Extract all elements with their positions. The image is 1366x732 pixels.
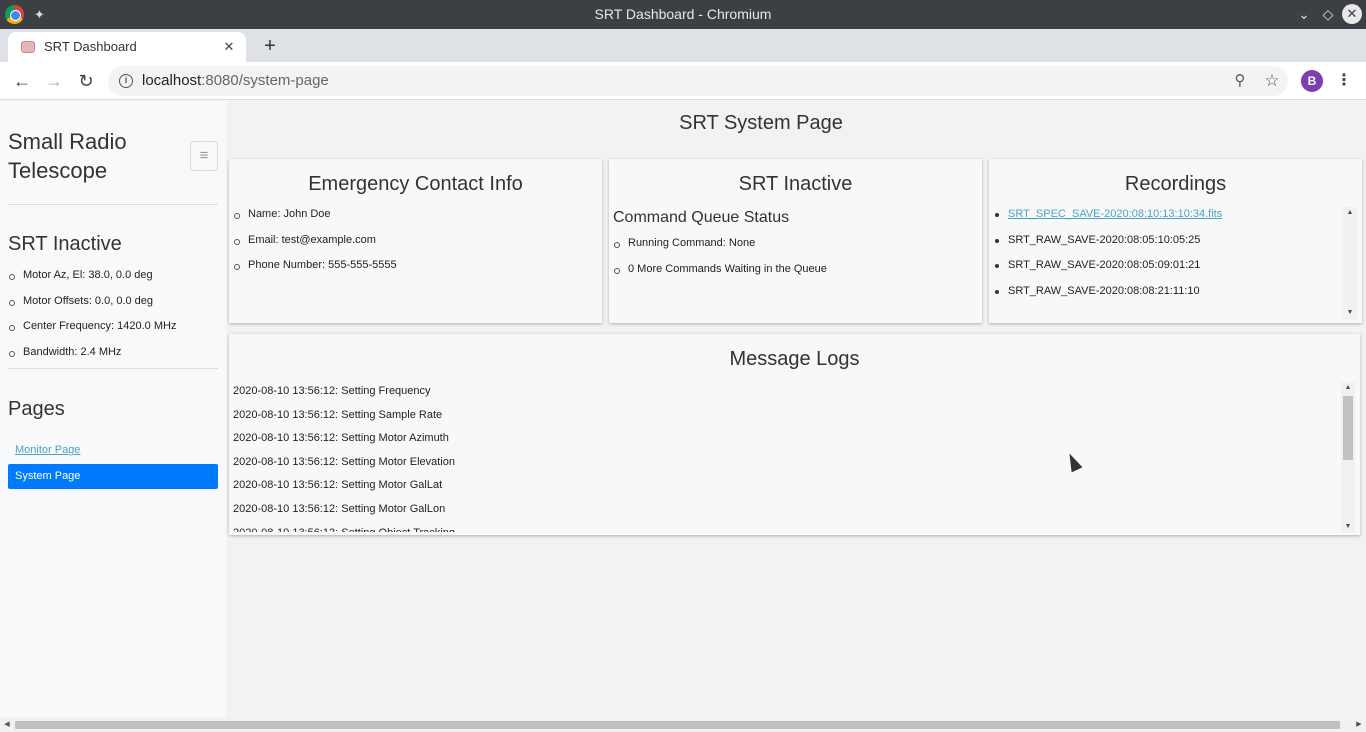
url-text[interactable]: localhost:8080/system-page <box>142 66 329 96</box>
sidebar-divider <box>8 204 218 205</box>
recording-link[interactable]: SRT_SPEC_SAVE-2020:08:10:13:10:34.fits <box>1008 208 1222 220</box>
status-center-frequency: Center Frequency: 1420.0 MHz <box>8 314 222 340</box>
srt-status-card: SRT Inactive Command Queue Status Runnin… <box>609 159 982 323</box>
sidebar-item-monitor-page[interactable]: Monitor Page <box>15 444 80 456</box>
log-entry: 2020-08-10 13:56:12: Setting Motor Azimu… <box>233 432 449 445</box>
log-entry: 2020-08-10 13:56:12: Setting Motor Eleva… <box>233 455 455 468</box>
log-entry: 2020-08-10 13:56:12: Setting Object Trac… <box>233 522 1333 532</box>
message-logs-list[interactable]: 2020-08-10 13:56:12: Setting Frequency 2… <box>233 380 1333 532</box>
window-title: SRT Dashboard - Chromium <box>594 6 772 22</box>
contact-phone: Phone Number: 555-555-5555 <box>233 253 588 279</box>
sidebar-toggle-button[interactable]: ≡ <box>190 141 218 171</box>
log-entry: 2020-08-10 13:56:12: Setting Motor GalLa… <box>233 479 443 492</box>
browser-menu-icon[interactable]: ⋮ <box>1334 69 1354 93</box>
tab-close-icon[interactable]: ✕ <box>220 38 238 56</box>
status-motor-azel: Motor Az, El: 38.0, 0.0 deg <box>8 263 222 289</box>
emergency-contact-heading: Emergency Contact Info <box>308 173 523 195</box>
contact-email: Email: test@example.com <box>233 228 588 254</box>
scroll-left-icon[interactable]: ◀ <box>0 718 14 732</box>
scroll-up-icon[interactable]: ▲ <box>1341 382 1355 394</box>
status-motor-offsets: Motor Offsets: 0.0, 0.0 deg <box>8 289 222 315</box>
site-info-icon[interactable]: i <box>119 74 133 88</box>
recordings-heading: Recordings <box>1124 173 1227 195</box>
close-window-icon[interactable]: ✕ <box>1342 4 1362 24</box>
sidebar-status-list: Motor Az, El: 38.0, 0.0 deg Motor Offset… <box>8 263 222 365</box>
favicon-icon <box>21 41 35 53</box>
url-path: :8080/system-page <box>201 72 329 89</box>
status-bandwidth: Bandwidth: 2.4 MHz <box>8 340 222 366</box>
address-bar[interactable]: i localhost:8080/system-page ⚲ ☆ <box>108 66 1288 96</box>
page-viewport: Small Radio Telescope ≡ SRT Inactive Mot… <box>0 101 1366 718</box>
browser-toolbar: ← → ↻ i localhost:8080/system-page ⚲ ☆ B… <box>0 62 1366 100</box>
tab-strip: SRT Dashboard ✕ + <box>0 29 1366 62</box>
bookmark-star-icon[interactable]: ☆ <box>1262 71 1282 91</box>
forward-arrow-icon[interactable]: → <box>42 69 66 93</box>
message-logs-card: Message Logs 2020-08-10 13:56:12: Settin… <box>229 334 1360 535</box>
recording-item: SRT_RAW_SAVE-2020:08:08:21:11:10 <box>993 279 1333 305</box>
tab-srt-dashboard[interactable]: SRT Dashboard ✕ <box>8 32 246 62</box>
reload-icon[interactable]: ↻ <box>74 69 98 93</box>
tab-title: SRT Dashboard <box>44 39 137 54</box>
maximize-icon[interactable]: ◇ <box>1318 4 1338 24</box>
recordings-list: SRT_SPEC_SAVE-2020:08:10:13:10:34.fits S… <box>993 202 1333 304</box>
back-arrow-icon[interactable]: ← <box>10 69 34 93</box>
new-tab-button[interactable]: + <box>258 34 282 58</box>
sidebar-item-system-page[interactable]: System Page <box>8 464 218 489</box>
scrollbar-thumb[interactable] <box>1343 396 1353 460</box>
scroll-down-icon[interactable]: ▼ <box>1341 521 1355 533</box>
recordings-scrollbar[interactable]: ▲ ▼ <box>1343 207 1357 319</box>
minimize-icon[interactable]: ⌄ <box>1294 4 1314 24</box>
scroll-up-icon[interactable]: ▲ <box>1343 207 1357 219</box>
brand-title[interactable]: Small Radio Telescope <box>8 127 178 185</box>
log-entry: 2020-08-10 13:56:12: Setting Sample Rate <box>233 408 443 421</box>
recording-item: SRT_RAW_SAVE-2020:08:05:10:05:25 <box>993 228 1333 254</box>
command-queue-heading: Command Queue Status <box>613 209 790 226</box>
page-title: SRT System Page <box>679 112 843 134</box>
message-logs-heading: Message Logs <box>729 348 860 370</box>
scroll-right-icon[interactable]: ▶ <box>1352 718 1366 732</box>
sidebar: Small Radio Telescope ≡ SRT Inactive Mot… <box>0 101 226 718</box>
recording-item: SRT_SPEC_SAVE-2020:08:10:13:10:34.fits <box>993 202 1333 228</box>
message-logs-scrollbar[interactable]: ▲ ▼ <box>1341 382 1355 533</box>
sidebar-status-heading: SRT Inactive <box>8 233 122 255</box>
scrollbar-thumb[interactable] <box>15 721 1340 729</box>
scroll-down-icon[interactable]: ▼ <box>1343 307 1357 319</box>
log-entry: 2020-08-10 13:56:12: Setting Motor GalLo… <box>233 502 446 515</box>
contact-name: Name: John Doe <box>233 202 588 228</box>
url-host: localhost <box>142 72 202 89</box>
zoom-icon[interactable]: ⚲ <box>1230 71 1250 91</box>
queue-count: 0 More Commands Waiting in the Queue <box>613 257 968 283</box>
recording-item: SRT_RAW_SAVE-2020:08:05:09:01:21 <box>993 253 1333 279</box>
sidebar-divider <box>8 368 218 369</box>
window-titlebar: ✦ SRT Dashboard - Chromium ⌄ ◇ ✕ <box>0 0 1366 29</box>
srt-status-heading: SRT Inactive <box>738 173 853 195</box>
profile-avatar[interactable]: B <box>1301 70 1323 92</box>
log-entry: 2020-08-10 13:56:12: Setting Frequency <box>233 385 431 397</box>
sidebar-pages-heading: Pages <box>8 398 65 420</box>
page-horizontal-scrollbar[interactable]: ◀ ▶ <box>0 718 1366 732</box>
emergency-contact-card: Emergency Contact Info Name: John Doe Em… <box>229 159 602 323</box>
command-queue-list: Running Command: None 0 More Commands Wa… <box>613 231 968 282</box>
recordings-card: Recordings SRT_SPEC_SAVE-2020:08:10:13:1… <box>989 159 1362 323</box>
running-command: Running Command: None <box>613 231 968 257</box>
emergency-contact-list: Name: John Doe Email: test@example.com P… <box>233 202 588 279</box>
